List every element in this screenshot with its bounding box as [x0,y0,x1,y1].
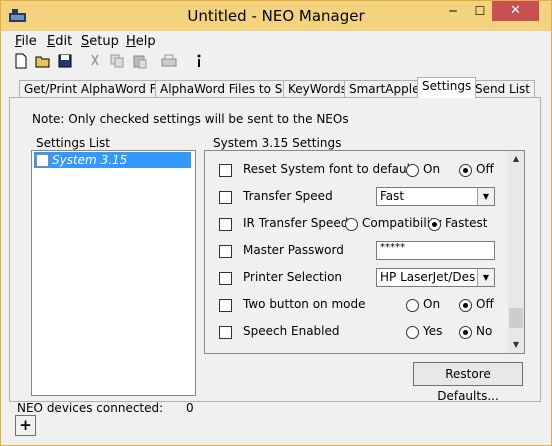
note-text: Note: Only checked settings will be sent… [32,112,349,126]
speech-checkbox[interactable] [219,326,232,339]
two-button-off-radio[interactable] [459,299,472,312]
setting-row-speech: Speech Enabled Yes No [205,321,507,341]
ir-transfer-fastest-radio[interactable] [428,218,441,231]
settings-group: Reset System font to default On Off Tran… [204,150,525,354]
master-password-input[interactable]: ***** [376,241,495,260]
two-button-label: Two button on mode [243,297,366,311]
menu-setup-label: etup [89,34,119,49]
save-icon[interactable] [57,53,73,69]
ir-transfer-label: IR Transfer Speed [243,216,349,230]
info-icon[interactable] [191,53,207,69]
printer-checkbox[interactable] [219,272,232,285]
cut-icon[interactable] [87,53,103,69]
restore-defaults-button[interactable]: Restore Defaults... [413,362,523,403]
setting-row-two-button: Two button on mode On Off [205,294,507,314]
title-bar: Untitled - NEO Manager ─ ☐ ✕ [1,1,551,31]
settings-list-label: Settings List [36,136,111,150]
copy-icon[interactable] [109,53,125,69]
setting-row-ir-transfer: IR Transfer Speed Compatibility Fastest [205,213,507,233]
master-password-value: ***** [380,242,405,253]
open-icon[interactable] [35,53,51,69]
tab-send-list[interactable]: Send List [470,80,536,97]
menu-bar: File Edit Setup Help [1,32,551,50]
transfer-speed-checkbox[interactable] [219,191,232,204]
ir-transfer-compatibility-radio[interactable] [345,218,358,231]
menu-help[interactable]: Help [126,34,156,49]
print-icon[interactable] [161,53,177,69]
menu-file-label: ile [21,34,37,49]
app-window: Untitled - NEO Manager ─ ☐ ✕ File Edit S… [0,0,552,446]
reset-font-checkbox[interactable] [219,164,232,177]
devices-count: 0 [186,401,194,415]
setting-row-transfer-speed: Transfer Speed Fast ▼ [205,186,507,206]
speech-yes-label: Yes [423,324,443,338]
transfer-speed-label: Transfer Speed [243,189,333,203]
reset-font-on-radio[interactable] [406,164,419,177]
speech-label: Speech Enabled [243,324,340,338]
add-device-button[interactable]: + [15,415,36,436]
settings-list-item-label: System 3.15 [52,153,128,167]
reset-font-label: Reset System font to default [243,162,415,176]
settings-list-item-checkbox[interactable] [36,154,49,167]
two-button-on-label: On [423,297,441,311]
close-button[interactable]: ✕ [492,1,539,21]
speech-no-label: No [476,324,493,338]
settings-list-item-system[interactable]: System 3.15 [34,152,191,168]
reset-font-on-label: On [423,162,441,176]
new-icon[interactable] [13,53,29,69]
minimize-button[interactable]: ─ [440,1,466,21]
settings-panel: Note: Only checked settings will be sent… [9,97,541,403]
setting-row-master-password: Master Password ***** [205,240,507,260]
tab-keywords[interactable]: KeyWords [283,80,352,97]
settings-group-label: System 3.15 Settings [213,136,342,150]
master-password-label: Master Password [243,243,344,257]
tab-settings[interactable]: Settings [417,77,477,98]
reset-font-off-label: Off [476,162,494,176]
settings-scrollbar[interactable]: ▲ ▼ [508,151,524,353]
setting-row-printer: Printer Selection HP LaserJet/DeskJe ▼ [205,267,507,287]
printer-select[interactable]: HP LaserJet/DeskJe ▼ [376,268,495,287]
reset-font-off-radio[interactable] [459,164,472,177]
menu-edit-label: dit [55,34,73,49]
scrollbar-thumb[interactable] [509,308,523,328]
setting-row-reset-font: Reset System font to default On Off [205,159,507,179]
toolbar [1,51,551,71]
menu-edit-mnemonic: E [47,34,56,49]
maximize-button[interactable]: ☐ [467,1,493,21]
two-button-checkbox[interactable] [219,299,232,312]
menu-setup[interactable]: Setup [81,34,119,49]
menu-help-mnemonic: H [126,34,136,49]
scroll-down-icon[interactable]: ▼ [508,337,524,353]
printer-value: HP LaserJet/DeskJe [380,270,476,284]
ir-transfer-checkbox[interactable] [219,218,232,231]
status-label: NEO devices connected: [17,401,164,415]
speech-yes-radio[interactable] [406,326,419,339]
menu-edit[interactable]: Edit [47,34,72,49]
paste-icon[interactable] [132,53,148,69]
transfer-speed-select[interactable]: Fast ▼ [376,187,495,206]
printer-label: Printer Selection [243,270,343,284]
master-password-checkbox[interactable] [219,245,232,258]
chevron-down-icon[interactable]: ▼ [477,188,494,205]
two-button-on-radio[interactable] [406,299,419,312]
menu-help-label: elp [135,34,156,49]
two-button-off-label: Off [476,297,494,311]
settings-list: System 3.15 [31,150,196,396]
transfer-speed-value: Fast [380,189,405,203]
chevron-down-icon[interactable]: ▼ [477,269,494,286]
scroll-up-icon[interactable]: ▲ [508,151,524,167]
speech-no-radio[interactable] [459,326,472,339]
ir-transfer-fastest-label: Fastest [445,216,488,230]
menu-file[interactable]: File [15,34,37,49]
